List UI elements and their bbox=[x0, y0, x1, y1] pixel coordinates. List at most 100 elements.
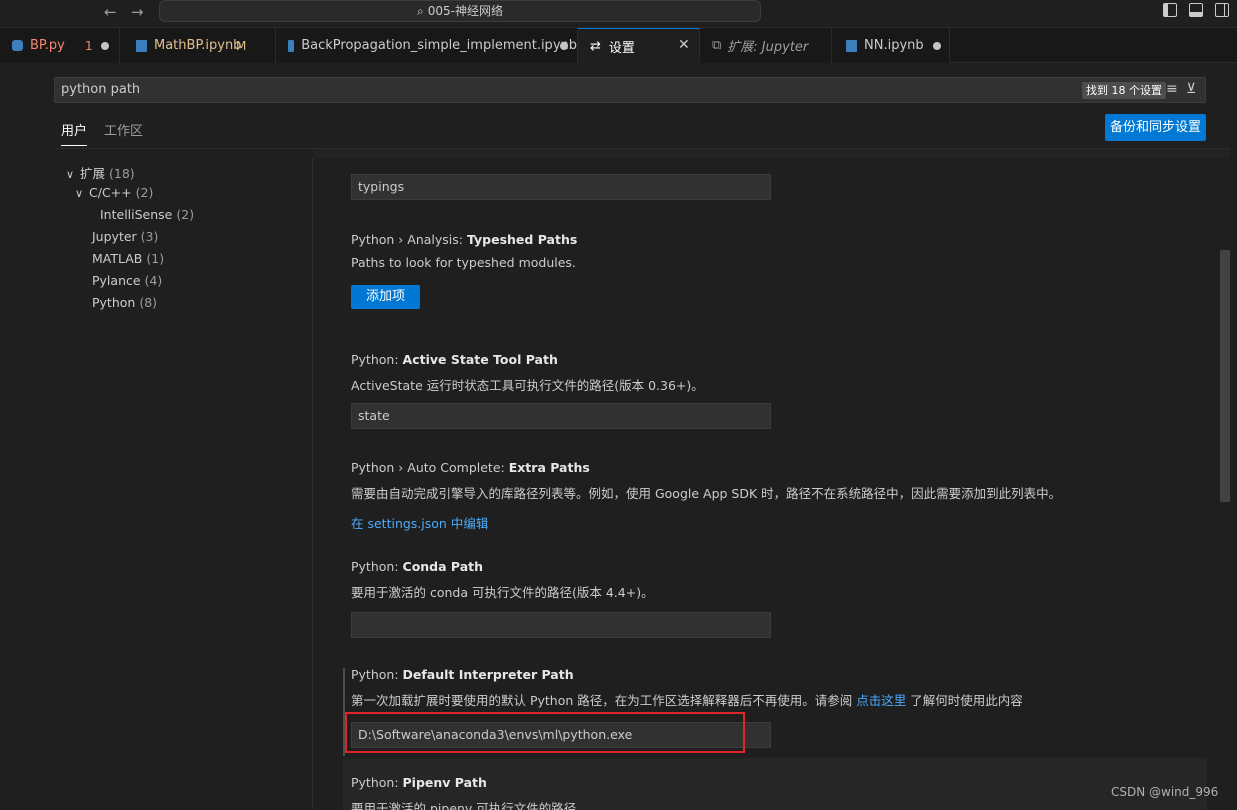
setting-title: Python: Active State Tool Path bbox=[351, 352, 771, 367]
back-arrow-icon[interactable]: ← bbox=[104, 3, 117, 21]
edit-in-settings-json-link[interactable]: 在 settings.json 中编辑 bbox=[351, 513, 1061, 532]
conda-path-input[interactable] bbox=[351, 612, 771, 638]
tab-user[interactable]: 用户 bbox=[61, 120, 88, 146]
filter-icon[interactable]: ⊻ bbox=[1186, 81, 1196, 97]
tab-settings[interactable]: ⇄ 设置 ✕ bbox=[578, 28, 700, 63]
forward-arrow-icon[interactable]: → bbox=[131, 3, 144, 21]
setting-description: 需要由自动完成引擎导入的库路径列表等。例如，使用 Google App SDK … bbox=[351, 486, 1062, 501]
description-text: 了解何时使用此内容 bbox=[906, 693, 1023, 708]
tree-item-extensions[interactable]: ∨ 扩展 (18) bbox=[66, 163, 135, 182]
clear-filter-icon[interactable]: ≡ bbox=[1166, 81, 1178, 97]
typings-input[interactable]: typings bbox=[351, 174, 771, 200]
toggle-secondary-sidebar-icon[interactable] bbox=[1215, 3, 1229, 17]
add-item-button[interactable]: 添加项 bbox=[351, 285, 420, 309]
notebook-file-icon bbox=[136, 39, 147, 52]
tree-label: Pylance bbox=[92, 273, 141, 288]
backup-sync-button[interactable]: 备份和同步设置 bbox=[1105, 114, 1206, 141]
search-value: python path bbox=[61, 82, 141, 97]
tree-count: (2) bbox=[176, 207, 195, 222]
unsaved-dot-icon[interactable] bbox=[101, 42, 109, 50]
tab-label: 设置 bbox=[608, 40, 635, 56]
modified-badge: M bbox=[236, 38, 247, 53]
editor-tab-bar: BP.py 1 MathBP.ipynb M BackPropagation_s… bbox=[0, 28, 1237, 63]
tab-bp-py[interactable]: BP.py 1 bbox=[0, 28, 120, 63]
tab-mathbp[interactable]: MathBP.ipynb M bbox=[120, 28, 276, 63]
window-title: 005-神经网络 bbox=[427, 4, 503, 18]
tab-workspace[interactable]: 工作区 bbox=[104, 120, 143, 145]
setting-conda-path: Python: Conda Path 要用于激活的 conda 可执行文件的路径… bbox=[351, 559, 771, 638]
tree-item-pylance[interactable]: Pylance (4) bbox=[92, 273, 162, 288]
setting-title: Python: Pipenv Path bbox=[351, 775, 589, 790]
tab-label: 扩展: Jupyter bbox=[727, 40, 809, 55]
setting-name: Typeshed Paths bbox=[466, 232, 578, 247]
tab-nn[interactable]: NN.ipynb bbox=[832, 28, 950, 63]
toggle-sidebar-icon[interactable] bbox=[1163, 3, 1177, 17]
panel-header-strip bbox=[314, 149, 1230, 158]
tree-count: (18) bbox=[109, 166, 135, 181]
setting-name: Conda Path bbox=[402, 559, 484, 574]
settings-list: typings Python › Analysis: Typeshed Path… bbox=[312, 158, 1230, 810]
setting-category: Python › Analysis: bbox=[351, 232, 467, 247]
python-file-icon bbox=[12, 40, 23, 51]
chevron-down-icon: ∨ bbox=[66, 168, 75, 181]
setting-name: Extra Paths bbox=[508, 460, 590, 475]
setting-typings: typings bbox=[351, 174, 771, 200]
unsaved-dot-icon[interactable] bbox=[560, 42, 568, 50]
close-icon[interactable]: ✕ bbox=[678, 37, 690, 53]
setting-name: Default Interpreter Path bbox=[402, 667, 574, 682]
tree-item-matlab[interactable]: MATLAB (1) bbox=[92, 251, 164, 266]
unsaved-dot-icon[interactable] bbox=[933, 42, 941, 50]
setting-typeshed-paths: Python › Analysis: Typeshed Paths Paths … bbox=[351, 232, 577, 309]
setting-description: 第一次加载扩展时要使用的默认 Python 路径，在为工作区选择解释器后不再使用… bbox=[351, 690, 1023, 709]
tree-item-cpp[interactable]: ∨ C/C++ (2) bbox=[75, 185, 153, 200]
setting-category: Python: bbox=[351, 775, 403, 790]
tree-count: (2) bbox=[135, 185, 154, 200]
tab-label: MathBP.ipynb bbox=[154, 38, 242, 53]
tree-item-python[interactable]: Python (8) bbox=[92, 295, 157, 310]
setting-title: Python › Auto Complete: Extra Paths bbox=[351, 460, 1061, 475]
notebook-file-icon bbox=[288, 39, 295, 52]
tab-extension-jupyter[interactable]: ⧉ 扩展: Jupyter bbox=[700, 28, 832, 63]
setting-category: Python: bbox=[351, 352, 403, 367]
click-here-link[interactable]: 点击这里 bbox=[856, 693, 906, 708]
tree-label: C/C++ bbox=[89, 185, 132, 200]
setting-pipenv-path: Python: Pipenv Path 要用于激活的 pipenv 可执行文件的… bbox=[351, 775, 589, 810]
setting-category: Python: bbox=[351, 667, 403, 682]
settings-search-input[interactable]: python path 找到 18 个设置 ≡ ⊻ bbox=[54, 77, 1206, 103]
active-state-input[interactable]: state bbox=[351, 403, 771, 429]
command-center[interactable]: ⌕ 005-神经网络 bbox=[159, 0, 761, 22]
tree-label: Jupyter bbox=[92, 229, 137, 244]
tree-label: 扩展 bbox=[80, 166, 106, 181]
setting-title: Python: Conda Path bbox=[351, 559, 771, 574]
tree-label: MATLAB bbox=[92, 251, 143, 266]
layout-controls bbox=[1163, 3, 1229, 17]
setting-category: Python: bbox=[351, 559, 403, 574]
setting-description: ActiveState 运行时状态工具可执行文件的路径(版本 0.36+)。 bbox=[351, 378, 704, 393]
setting-title: Python: Default Interpreter Path bbox=[351, 667, 1023, 682]
title-bar: ← → ⌕ 005-神经网络 bbox=[0, 0, 1237, 28]
tree-item-intellisense[interactable]: IntelliSense (2) bbox=[100, 207, 194, 222]
tab-label: NN.ipynb bbox=[864, 38, 924, 53]
tree-count: (1) bbox=[146, 251, 165, 266]
notebook-file-icon bbox=[846, 39, 857, 52]
watermark: CSDN @wind_996 bbox=[1111, 785, 1219, 799]
chevron-down-icon: ∨ bbox=[75, 187, 84, 200]
tree-item-jupyter[interactable]: Jupyter (3) bbox=[92, 229, 158, 244]
setting-description: 要用于激活的 pipenv 可执行文件的路径。 bbox=[351, 801, 589, 810]
tree-count: (3) bbox=[140, 229, 159, 244]
setting-description: 要用于激活的 conda 可执行文件的路径(版本 4.4+)。 bbox=[351, 585, 654, 600]
setting-active-state-tool-path: Python: Active State Tool Path ActiveSta… bbox=[351, 352, 771, 429]
setting-category: Python › Auto Complete: bbox=[351, 460, 509, 475]
setting-title: Python › Analysis: Typeshed Paths bbox=[351, 232, 577, 247]
settings-icon: ⇄ bbox=[590, 38, 601, 54]
tab-backpropagation[interactable]: BackPropagation_simple_implement.ipynb bbox=[276, 28, 578, 63]
setting-name: Pipenv Path bbox=[402, 775, 487, 790]
description-text: 第一次加载扩展时要使用的默认 Python 路径，在为工作区选择解释器后不再使用… bbox=[351, 693, 857, 708]
result-count-badge: 找到 18 个设置 bbox=[1082, 82, 1166, 99]
toggle-panel-icon[interactable] bbox=[1189, 3, 1203, 17]
vertical-scrollbar[interactable] bbox=[1220, 250, 1230, 502]
tab-label: BackPropagation_simple_implement.ipynb bbox=[301, 38, 577, 53]
tree-label: IntelliSense bbox=[100, 207, 173, 222]
setting-name: Active State Tool Path bbox=[402, 352, 558, 367]
setting-description: Paths to look for typeshed modules. bbox=[351, 255, 576, 270]
